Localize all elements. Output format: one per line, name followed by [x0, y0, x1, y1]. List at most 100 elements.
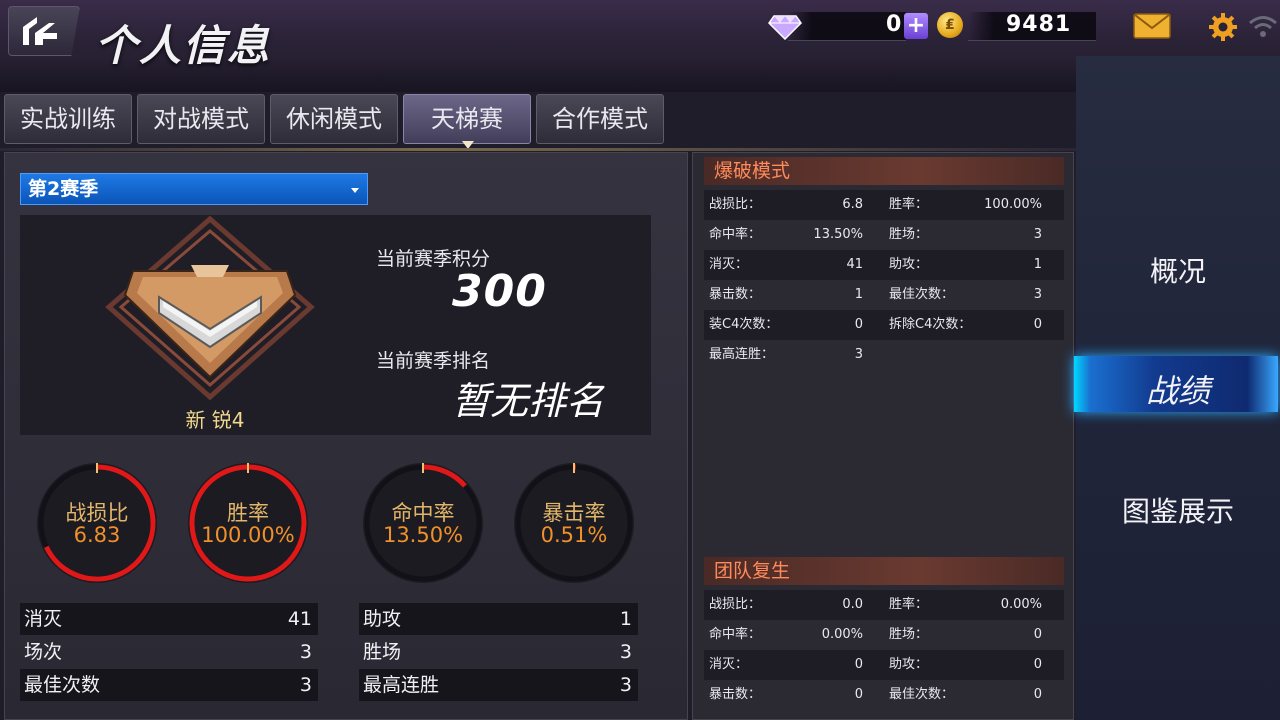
- mode-stat-label: 最佳次数：: [889, 287, 955, 302]
- gauge-hit-rate: 命中率 13.50%: [361, 461, 485, 585]
- mode-stat-label: 战损比：: [709, 597, 762, 612]
- coin-icon: ₤: [937, 12, 963, 38]
- gauge-kd-ratio: 战损比 6.83: [35, 461, 159, 585]
- section-header-demolition: 爆破模式: [704, 157, 1064, 185]
- mode-stat-label: 消灭：: [709, 257, 749, 272]
- stat-row-matches: 场次 3: [20, 636, 318, 668]
- stat-label: 最高连胜: [363, 674, 440, 696]
- gauge-value: 0.51%: [540, 523, 608, 547]
- mode-stat-value: 0: [854, 317, 863, 332]
- add-currency-button[interactable]: +: [904, 13, 928, 39]
- back-arrow-icon: [23, 17, 57, 45]
- mode-stat-label: 胜场：: [889, 227, 929, 242]
- mode-stat-value: 0: [854, 687, 863, 702]
- stat-value: 3: [299, 674, 312, 696]
- mode-stat-label: 暴击数：: [709, 287, 762, 302]
- season-rank-value: 暂无排名: [452, 379, 605, 423]
- tab-training[interactable]: 实战训练: [4, 94, 132, 144]
- mode-stat-label: 胜率：: [889, 597, 929, 612]
- gauge-value: 100.00%: [201, 523, 295, 547]
- gauge-value: 6.83: [73, 523, 121, 547]
- gauge-crit-rate: 暴击率 0.51%: [512, 461, 636, 585]
- mode-stat-value: 0: [1033, 627, 1042, 642]
- mode-stat-value: 100.00%: [984, 197, 1042, 212]
- mode-stat-row: 暴击数： 1 最佳次数： 3: [704, 280, 1064, 310]
- chevron-down-icon: [351, 188, 359, 193]
- stat-label: 助攻: [363, 608, 402, 630]
- stat-label: 最佳次数: [24, 674, 101, 696]
- mode-stat-label: 命中率：: [709, 627, 762, 642]
- mode-stat-label: 暴击数：: [709, 687, 762, 702]
- mode-stat-value: 0: [1033, 317, 1042, 332]
- nav-item-records[interactable]: 战绩: [1076, 366, 1280, 412]
- nav-item-overview[interactable]: 概况: [1076, 250, 1280, 290]
- season-rank-label: 当前赛季排名: [376, 350, 491, 372]
- mode-stat-value: 41: [846, 257, 863, 272]
- mode-stat-row: 战损比： 6.8 胜率： 100.00%: [704, 190, 1064, 220]
- mode-stat-value: 3: [1033, 287, 1042, 302]
- mode-stat-label: 胜场：: [889, 627, 929, 642]
- back-button[interactable]: [8, 6, 80, 56]
- gear-icon[interactable]: [1208, 12, 1238, 42]
- tab-casual-mode[interactable]: 休闲模式: [270, 94, 398, 144]
- tab-ladder[interactable]: 天梯赛: [403, 94, 531, 144]
- mode-stat-row: 命中率： 0.00% 胜场： 0: [704, 620, 1064, 650]
- mode-stat-label: 助攻：: [889, 257, 929, 272]
- season-dropdown[interactable]: 第2赛季: [20, 173, 368, 205]
- mode-stat-value: 0: [1033, 657, 1042, 672]
- coin-count: 9481: [1006, 12, 1072, 37]
- stat-row-win-streak: 最高连胜 3: [359, 669, 638, 701]
- stat-value: 3: [619, 674, 632, 696]
- page-title: 个人信息: [95, 21, 272, 70]
- mode-stat-row: 命中率： 13.50% 胜场： 3: [704, 220, 1064, 250]
- mode-stat-value: 3: [1033, 227, 1042, 242]
- stat-value: 1: [619, 608, 632, 630]
- stat-label: 消灭: [24, 608, 63, 630]
- stat-row-wins: 胜场 3: [359, 636, 638, 668]
- mode-stat-label: 消灭：: [709, 657, 749, 672]
- mode-stat-label: 战损比：: [709, 197, 762, 212]
- stat-row-kills: 消灭 41: [20, 603, 318, 635]
- tab-battle-mode[interactable]: 对战模式: [137, 94, 265, 144]
- mode-stat-row: 消灭： 0 助攻： 0: [704, 650, 1064, 680]
- mode-stat-value: 0.00%: [1000, 597, 1042, 612]
- mode-stat-label: 胜率：: [889, 197, 929, 212]
- gauge-win-rate: 胜率 100.00%: [186, 461, 310, 585]
- rank-emblem-icon: [105, 215, 315, 401]
- mode-stat-value: 3: [854, 347, 863, 362]
- tab-divider: [0, 148, 1076, 151]
- mode-stat-value: 13.50%: [813, 227, 863, 242]
- mode-stat-value: 0.0: [842, 597, 863, 612]
- mode-stat-row: 最高连胜： 3: [704, 340, 1064, 370]
- nav-item-collection[interactable]: 图鉴展示: [1076, 490, 1280, 530]
- stat-label: 胜场: [363, 641, 402, 663]
- season-selected-value: 第2赛季: [28, 178, 99, 200]
- mode-stat-value: 0: [854, 657, 863, 672]
- mode-stat-label: 命中率：: [709, 227, 762, 242]
- tab-coop-mode[interactable]: 合作模式: [536, 94, 664, 144]
- wifi-signal-icon: [1249, 16, 1277, 37]
- mode-stat-value: 6.8: [842, 197, 863, 212]
- stat-label: 场次: [24, 641, 63, 663]
- mode-stat-value: 1: [854, 287, 863, 302]
- stat-value: 3: [619, 641, 632, 663]
- mode-stat-label: 助攻：: [889, 657, 929, 672]
- mode-stat-row: 消灭： 41 助攻： 1: [704, 250, 1064, 280]
- diamond-icon: [768, 15, 802, 40]
- stat-row-mvp: 最佳次数 3: [20, 669, 318, 701]
- rank-name: 新 锐4: [185, 408, 245, 432]
- mode-stat-row: 战损比： 0.0 胜率： 0.00%: [704, 590, 1064, 620]
- section-header-team-respawn: 团队复生: [704, 557, 1064, 585]
- mode-stat-value: 1: [1033, 257, 1042, 272]
- mode-stat-label: 最高连胜：: [709, 347, 775, 362]
- season-score-value: 300: [452, 266, 547, 317]
- stat-value: 3: [299, 641, 312, 663]
- mode-stat-label: 拆除C4次数：: [889, 317, 972, 332]
- stat-value: 41: [287, 608, 312, 630]
- mode-stat-row: 装C4次数： 0 拆除C4次数： 0: [704, 310, 1064, 340]
- stat-row-assists: 助攻 1: [359, 603, 638, 635]
- mode-stat-row: 暴击数： 0 最佳次数： 0: [704, 680, 1064, 710]
- mode-stat-value: 0.00%: [821, 627, 863, 642]
- gem-count: 0: [886, 12, 902, 37]
- mail-icon[interactable]: [1133, 12, 1171, 40]
